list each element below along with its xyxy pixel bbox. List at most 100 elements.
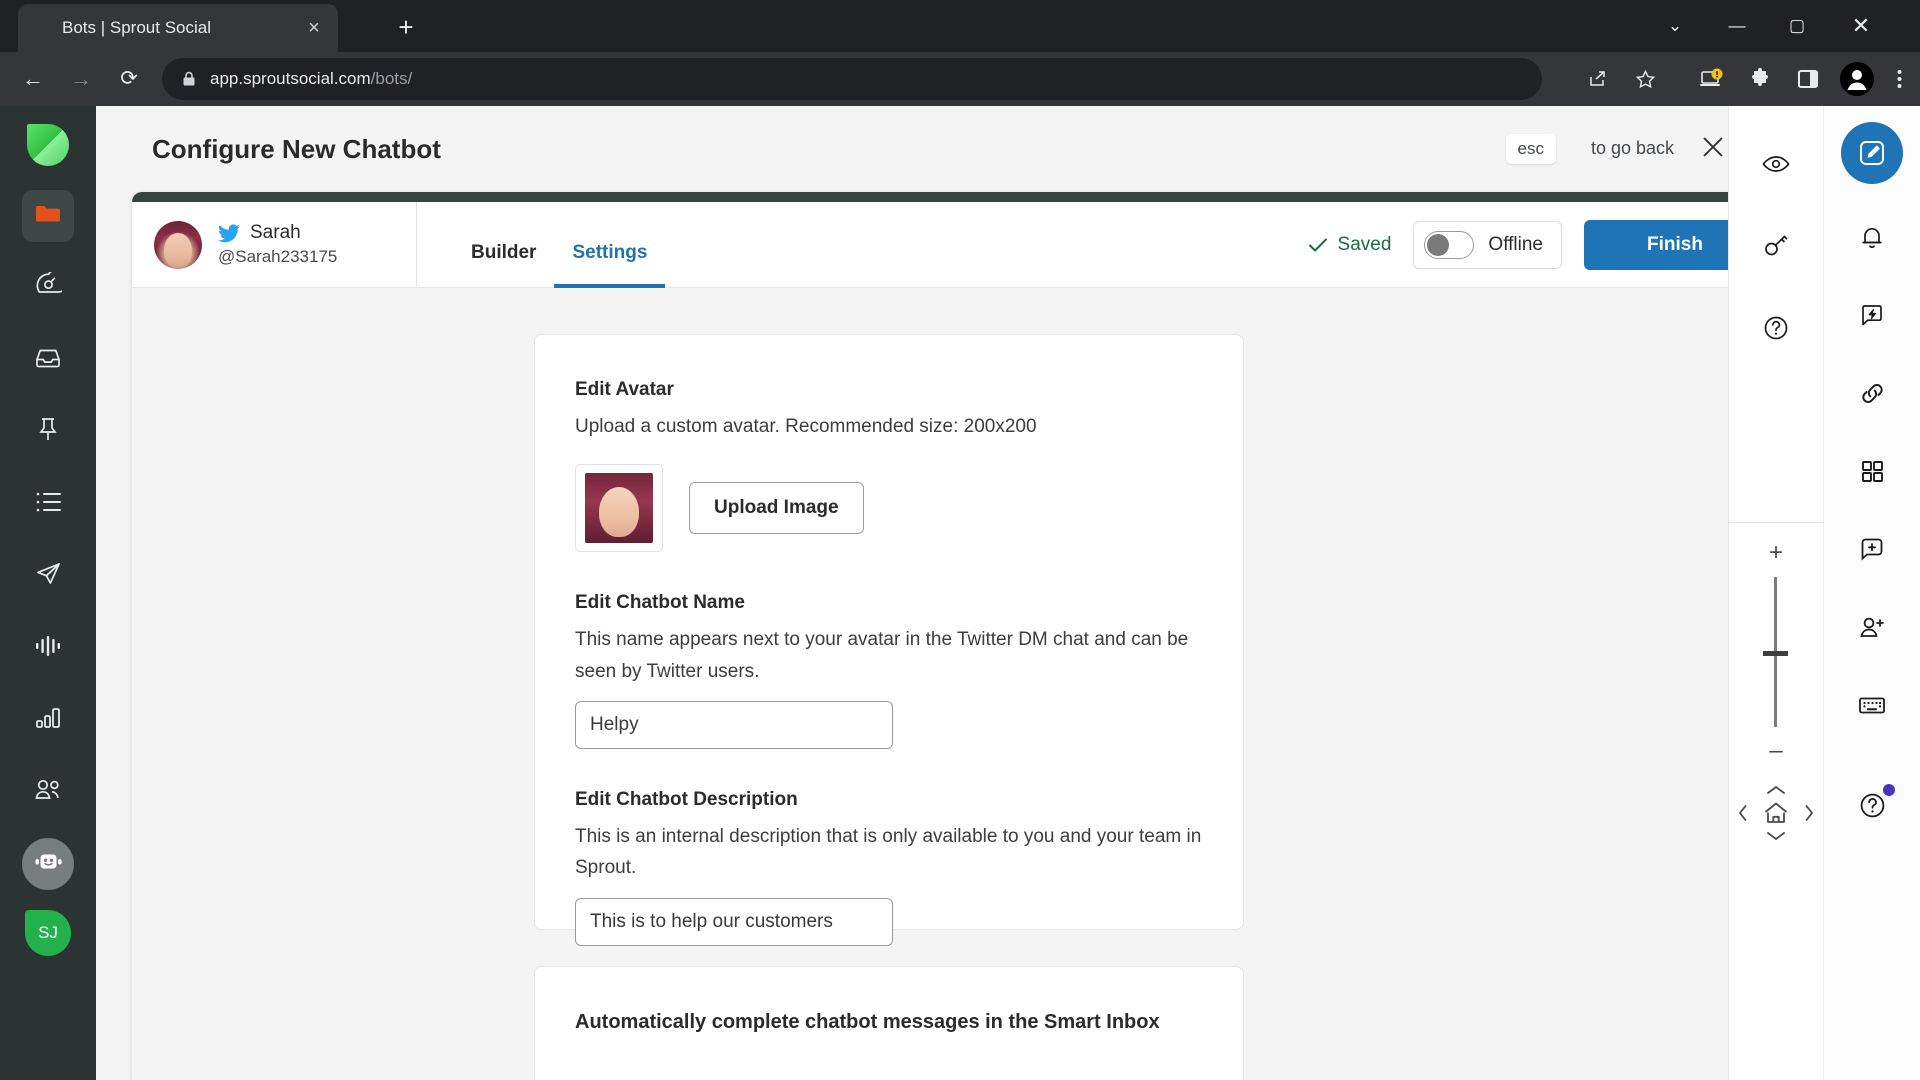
pan-left-button[interactable]	[1737, 803, 1749, 823]
lock-icon	[180, 71, 198, 87]
bot-icon	[34, 850, 63, 879]
reload-icon[interactable]: ⟳	[110, 60, 148, 98]
check-icon	[1308, 237, 1328, 253]
avatar-preview	[575, 464, 663, 553]
main-content: Configure New Chatbot esc to go back Sar…	[96, 106, 1824, 1080]
chatbot-name-input[interactable]	[575, 701, 893, 750]
compose-icon[interactable]	[1841, 122, 1903, 184]
avatar	[154, 220, 202, 269]
close-icon[interactable]: ×	[302, 18, 326, 38]
link-icon[interactable]	[1847, 368, 1897, 418]
eye-preview-icon[interactable]	[1752, 140, 1800, 188]
share-icon[interactable]	[1580, 62, 1614, 96]
edit-avatar-section: Edit Avatar Upload a custom avatar. Reco…	[575, 379, 1203, 553]
edit-chatbot-description-section: Edit Chatbot Description This is an inte…	[575, 789, 1203, 946]
zoom-controls: + –	[1763, 541, 1789, 763]
edit-chatbot-description-description: This is an internal description that is …	[575, 826, 1202, 879]
sidebar-item-dashboard[interactable]	[22, 262, 74, 314]
maximize-button[interactable]: ▢	[1774, 6, 1820, 46]
pin-icon	[36, 416, 60, 448]
pan-controls	[1728, 783, 1824, 843]
sidebar-item-reports[interactable]	[22, 694, 74, 746]
chatbot-description-input[interactable]	[575, 897, 893, 946]
home-icon[interactable]	[1763, 801, 1789, 825]
esc-hint-text: to go back	[1590, 138, 1674, 158]
message-bolt-icon[interactable]	[1847, 290, 1897, 340]
panel-tabs: Builder Settings	[453, 202, 666, 288]
address-bar[interactable]: app.sproutsocial.com/bots/	[162, 58, 1542, 100]
extensions-puzzle-icon[interactable]	[1743, 62, 1777, 96]
inbox-icon	[34, 346, 62, 375]
page-header: Configure New Chatbot esc to go back	[96, 106, 1824, 196]
sidebar-item-inbox[interactable]	[22, 334, 74, 386]
sidebar-item-people[interactable]	[22, 766, 74, 818]
toggle-switch[interactable]	[1424, 231, 1475, 259]
add-square-icon[interactable]	[1847, 524, 1897, 574]
page-title: Configure New Chatbot	[152, 134, 441, 164]
sprout-logo[interactable]	[27, 124, 69, 166]
profile-avatar-icon[interactable]	[1838, 60, 1876, 98]
window-close-button[interactable]: ✕	[1838, 6, 1884, 46]
sidebar-item-list[interactable]	[22, 478, 74, 530]
edit-chatbot-description-title: Edit Chatbot Description	[575, 789, 798, 811]
tab-settings[interactable]: Settings	[554, 243, 666, 288]
bookmark-star-icon[interactable]	[1628, 62, 1662, 96]
zoom-slider-thumb[interactable]	[1763, 651, 1789, 656]
online-offline-toggle[interactable]: Offline	[1413, 221, 1562, 269]
browser-tab-strip: Bots | Sprout Social × + ⌄ — ▢ ✕	[0, 0, 1920, 52]
forward-icon[interactable]: →	[62, 60, 100, 98]
upload-image-button[interactable]: Upload Image	[689, 482, 864, 535]
pan-up-button[interactable]	[1765, 783, 1787, 797]
edit-avatar-title: Edit Avatar	[575, 379, 674, 400]
chrome-menu-icon[interactable]	[1882, 62, 1916, 96]
chevron-down-icon[interactable]: ⌄	[1652, 6, 1698, 46]
update-laptop-icon[interactable]	[1694, 62, 1728, 96]
chatbot-toolbar: Sarah @Sarah233175 Builder Settings Save…	[132, 201, 1788, 288]
close-icon[interactable]	[1694, 128, 1732, 166]
settings-scroll-area[interactable]: Edit Avatar Upload a custom avatar. Reco…	[132, 288, 1788, 1080]
zoom-out-button[interactable]: –	[1769, 739, 1782, 763]
compass-dashboard-icon	[35, 268, 70, 304]
back-icon[interactable]: ←	[14, 60, 52, 98]
edit-avatar-description: Upload a custom avatar. Recommended size…	[575, 416, 1037, 437]
sidebar-item-pin[interactable]	[22, 406, 74, 458]
zoom-in-button[interactable]: +	[1769, 541, 1783, 565]
question-help-icon[interactable]	[1847, 780, 1897, 830]
tab-builder[interactable]: Builder	[453, 243, 554, 288]
browser-toolbar: ← → ⟳ app.sproutsocial.com/bots/	[0, 52, 1920, 106]
reports-bars-icon	[35, 707, 62, 734]
keyboard-icon[interactable]	[1847, 680, 1897, 730]
pan-down-button[interactable]	[1765, 829, 1787, 843]
chatbot-identity: Sarah @Sarah233175	[132, 201, 417, 288]
side-panel-icon[interactable]	[1791, 62, 1825, 96]
app-left-rail: SJ	[0, 106, 96, 1080]
esc-key-hint: esc	[1505, 134, 1556, 164]
sidebar-item-folder[interactable]	[22, 190, 74, 242]
user-avatar[interactable]: SJ	[25, 910, 71, 956]
chatbot-config-panel: Sarah @Sarah233175 Builder Settings Save…	[132, 192, 1788, 1080]
zoom-slider[interactable]	[1763, 577, 1789, 727]
status-badge	[1883, 784, 1895, 796]
sidebar-item-listening[interactable]	[22, 622, 74, 674]
canvas-tool-rail: + –	[1728, 106, 1824, 1080]
sidebar-item-bots[interactable]	[22, 838, 74, 890]
chatbot-account-name: Sarah	[250, 222, 301, 243]
minimize-button[interactable]: —	[1714, 6, 1760, 46]
grid-apps-icon[interactable]	[1847, 446, 1897, 496]
browser-tab[interactable]: Bots | Sprout Social ×	[18, 4, 338, 52]
key-permissions-icon[interactable]	[1752, 222, 1800, 270]
pan-right-button[interactable]	[1803, 803, 1815, 823]
panel-accent-bar	[132, 192, 1788, 202]
chatbot-account-handle: @Sarah233175	[218, 247, 338, 266]
new-tab-button[interactable]: +	[390, 12, 422, 44]
list-icon	[35, 491, 62, 518]
sidebar-item-publishing[interactable]	[22, 550, 74, 602]
rail-divider	[1728, 522, 1824, 523]
url-text: app.sproutsocial.com/bots/	[210, 69, 412, 89]
add-person-icon[interactable]	[1847, 602, 1897, 652]
url-path: /bots/	[370, 69, 413, 88]
edit-chatbot-name-description: This name appears next to your avatar in…	[575, 629, 1189, 682]
toolbar-actions: Saved Offline Finish	[1308, 202, 1766, 288]
question-help-icon[interactable]	[1752, 304, 1800, 352]
bell-notifications-icon[interactable]	[1847, 212, 1897, 262]
